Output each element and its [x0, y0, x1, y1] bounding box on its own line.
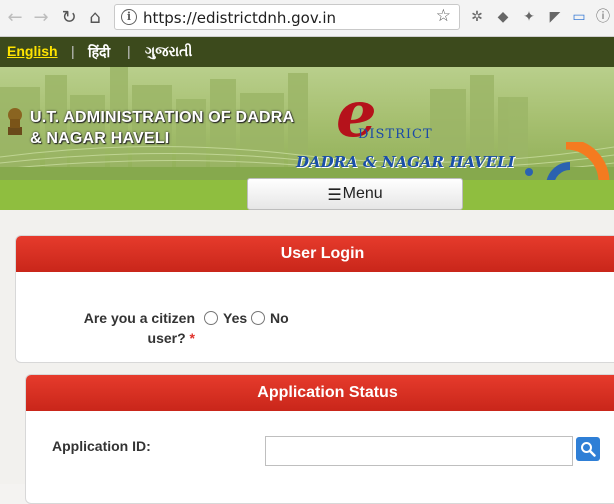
info-circle-icon[interactable]: ⓘ	[594, 8, 612, 26]
application-status-title: Application Status	[26, 375, 614, 411]
language-english[interactable]: English	[7, 43, 58, 59]
tag-icon[interactable]: ◤	[546, 8, 564, 26]
reload-icon[interactable]: ↻	[58, 6, 80, 28]
address-bar[interactable]: i https://edistrictdnh.gov.in ☆	[114, 4, 460, 30]
search-button[interactable]	[576, 437, 600, 461]
no-radio-label[interactable]: No	[270, 310, 289, 326]
question-line2: user?	[147, 330, 186, 346]
administration-title: U.T. ADMINISTRATION OF DADRA & NAGAR HAV…	[30, 107, 294, 149]
national-emblem-icon	[8, 108, 22, 135]
dnh-logo-text: DADRA & NAGAR HAVELI	[296, 153, 515, 171]
browser-toolbar: ← → ↻ ⌂ i https://edistrictdnh.gov.in ☆ …	[0, 0, 614, 37]
bookmark-star-icon[interactable]: ☆	[436, 6, 451, 26]
search-icon	[581, 442, 596, 457]
keyboard-icon[interactable]: ▭	[570, 8, 588, 26]
admin-title-line2: & NAGAR HAVELI	[30, 130, 170, 147]
menu-label: Menu	[342, 185, 383, 202]
arrow-left-icon[interactable]: ←	[4, 6, 26, 28]
home-icon[interactable]: ⌂	[84, 6, 106, 28]
admin-title-line1: U.T. ADMINISTRATION OF DADRA	[30, 109, 295, 126]
extension-icon[interactable]: ✲	[468, 8, 486, 26]
puzzle-icon[interactable]: ✦	[520, 8, 538, 26]
digital-india-logo	[525, 142, 610, 180]
citizen-user-question: Are you a citizen user? *	[58, 308, 195, 348]
language-bar: English | हिंदी | ગુજરાતી	[0, 37, 614, 67]
language-separator: |	[127, 43, 131, 59]
application-id-input[interactable]	[265, 436, 573, 466]
yes-radio-label[interactable]: Yes	[223, 310, 247, 326]
language-gujarati[interactable]: ગુજરાતી	[145, 43, 192, 60]
arrow-right-icon[interactable]: →	[30, 6, 52, 28]
url-text: https://edistrictdnh.gov.in	[143, 9, 337, 27]
language-hindi[interactable]: हिंदी	[88, 43, 110, 62]
no-radio[interactable]	[251, 311, 265, 325]
language-separator: |	[71, 43, 75, 59]
site-banner: U.T. ADMINISTRATION OF DADRA & NAGAR HAV…	[0, 67, 614, 180]
yes-radio[interactable]	[204, 311, 218, 325]
hamburger-icon: ☰	[327, 184, 342, 204]
user-login-title: User Login	[16, 236, 614, 272]
application-id-label: Application ID:	[52, 438, 151, 454]
info-icon[interactable]: i	[121, 9, 137, 25]
menu-button[interactable]: ☰ Menu	[247, 178, 463, 210]
layers-icon[interactable]: ◆	[494, 8, 512, 26]
district-logo-text: DISTRICT	[358, 127, 433, 142]
question-line1: Are you a citizen	[83, 310, 195, 326]
required-mark: *	[189, 330, 195, 346]
